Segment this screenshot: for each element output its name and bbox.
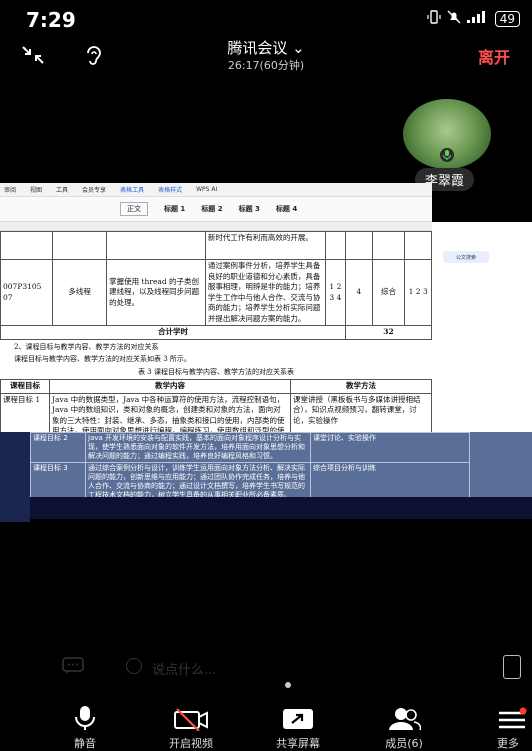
members-button[interactable]: 成员(6) — [364, 705, 444, 751]
doc-tab: 工具 — [56, 187, 69, 194]
table-cell: 通过案例事件分析，培养学生具备良好的职业道德和分心素质，具备服事相理，明辨是非的… — [204, 259, 326, 326]
status-time: 7:29 — [26, 8, 76, 32]
table-cell: 课程目标 1 — [0, 392, 50, 436]
vibrate-icon — [427, 10, 441, 28]
style-item: 正文 — [120, 202, 148, 216]
style-item: 标题 4 — [275, 205, 298, 213]
emoji-icon[interactable] — [126, 658, 142, 674]
table-cell: 新时代工作有利而高效的开展。 — [204, 231, 326, 260]
chat-input[interactable]: 说点什么... — [152, 659, 216, 678]
table-cell: 通过综合案例分析与设计，训练学生运用面向对象方法分析、解决实际问题的能力，创新思… — [85, 462, 311, 500]
doc-table-hours: 新时代工作有利而高效的开展。 007P3105 07 多线程 掌握使用 thre… — [0, 231, 432, 340]
doc-tab: 表格工具 — [120, 187, 145, 194]
doc-table-goals: 课程目标 教学内容 教学方法 课程目标 1 Java 中的数据类型，Java 中… — [0, 379, 432, 436]
table-cell: 4 — [344, 259, 373, 326]
more-button[interactable]: 更多 — [471, 705, 532, 751]
doc-ribbon-tabs: 审阅 视图 工具 会员专享 表格工具 表格样式 WPS AI — [0, 183, 432, 197]
signal-icon — [466, 11, 489, 27]
doc-tab: WPS AI — [196, 186, 218, 193]
table-cell: Java 中的数据类型，Java 中各种运算符的使用方法，流程控制语句，Java… — [49, 392, 291, 436]
table-header: 教学内容 — [49, 379, 291, 394]
doc-table-goals-cont: 课程目标 2 Java 开发环境的安装与配置实践，基本的面向对象程序设计分析与实… — [30, 432, 470, 500]
mute-button[interactable]: 静音 — [45, 705, 125, 751]
doc-paragraph: 课程目标与教学内容、教学方法的对应关系如表 3 所示。 — [14, 355, 191, 363]
chevron-down-icon: ⌄ — [292, 39, 305, 57]
table-cell: 32 — [344, 325, 432, 340]
style-item: 标题 3 — [238, 205, 260, 213]
share-screen-icon — [258, 705, 338, 731]
doc-tab: 视图 — [30, 187, 43, 194]
table-cell: 课堂讨论、实验操作 — [310, 432, 470, 463]
meeting-duration: 26:17(60分钟) — [227, 59, 305, 72]
mute-notification-icon — [447, 10, 461, 28]
table-cell: 1 2 3 4 — [324, 259, 346, 326]
shared-screen-lower[interactable]: 课程目标 2 Java 开发环境的安装与配置实践，基本的面向对象程序设计分析与实… — [30, 432, 532, 500]
more-icon — [471, 705, 532, 731]
phone-icon[interactable] — [503, 655, 521, 679]
table-cell: 综合项目分析与训练 — [310, 462, 470, 500]
doc-style-gallery: 正文 标题 1 标题 2 标题 3 标题 4 — [0, 197, 432, 222]
table-header: 课程目标 — [0, 379, 50, 394]
table-cell: 合计学时 — [0, 325, 346, 340]
table-cell: 1 2 3 — [404, 259, 432, 326]
table-cell: 007P3105 07 — [0, 259, 54, 326]
participant-mic-icon — [440, 148, 454, 162]
doc-tab: 会员专享 — [82, 187, 107, 194]
table-cell: 掌握使用 thread 的子类创建线程，以及线程同步问题的处理。 — [106, 259, 206, 326]
meeting-title[interactable]: 腾讯会议 ⌄ — [0, 37, 532, 58]
video-off-icon — [151, 705, 231, 731]
doc-table-caption: 表 3 课程目标与教学内容、教学方法的对应关系表 — [138, 367, 294, 376]
doc-tab: 表格样式 — [158, 187, 183, 194]
table-cell: 综合 — [371, 259, 406, 326]
battery-icon: 49 — [494, 11, 520, 27]
microphone-icon — [45, 705, 125, 731]
doc-ruler — [0, 222, 432, 231]
shared-screen-edge — [0, 432, 30, 522]
leave-button[interactable]: 离开 — [478, 44, 510, 68]
table-cell: 课程目标 3 — [30, 462, 86, 500]
doc-body: 新时代工作有利而高效的开展。 007P3105 07 多线程 掌握使用 thre… — [0, 231, 432, 436]
page-indicator — [285, 682, 291, 688]
table-cell: 课程目标 2 — [30, 432, 86, 463]
style-item: 标题 1 — [164, 205, 186, 213]
chat-icon[interactable] — [62, 657, 86, 675]
shared-screen[interactable]: 审阅 视图 工具 会员专享 表格工具 表格样式 WPS AI 正文 标题 1 标… — [0, 183, 432, 436]
members-icon — [364, 705, 444, 731]
doc-ai-chip: 公文搜索 — [443, 251, 489, 263]
table-header: 教学方法 — [290, 379, 432, 394]
doc-section-heading: 2、课程目标与教学内容、教学方法的对应关系 — [14, 342, 159, 351]
table-cell: 多线程 — [52, 259, 108, 326]
share-screen-button[interactable]: 共享屏幕 — [258, 705, 338, 751]
shared-screen-statusbar — [30, 497, 532, 519]
video-button[interactable]: 开启视频 — [151, 705, 231, 751]
doc-tab: 审阅 — [4, 187, 17, 194]
table-cell: Java 开发环境的安装与配置实践，基本的面向对象程序设计分析与实现，使学生熟悉… — [85, 432, 311, 463]
table-cell: 课堂讲授（黑板板书与多媒体讲授相结合），知识点视频预习，翻转课堂，讨论，实验操作 — [290, 392, 432, 436]
status-icons: 49 — [427, 10, 520, 28]
style-item: 标题 2 — [201, 205, 223, 213]
